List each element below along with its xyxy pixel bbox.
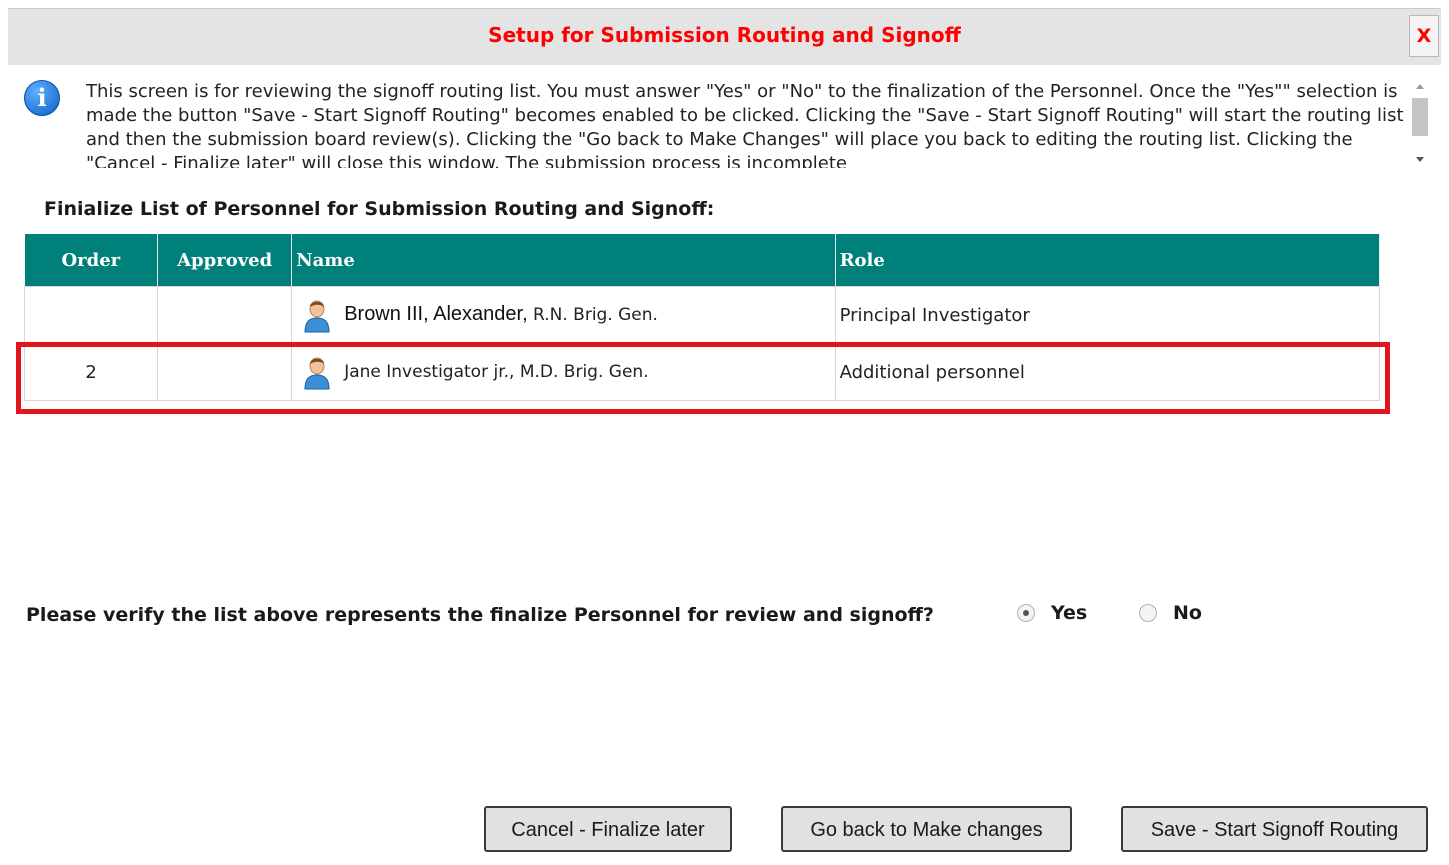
person-credentials: R.N. Brig. Gen. [527, 305, 658, 325]
info-text: This screen is for reviewing the signoff… [86, 81, 1404, 168]
order-cell: 2 [23, 343, 159, 401]
order-cell [23, 286, 159, 344]
table-header-row: Order Approved Name Role [24, 234, 1381, 287]
scroll-down-arrow-icon[interactable] [1416, 157, 1424, 162]
person-name: Brown III, Alexander, [344, 303, 528, 325]
close-button[interactable]: X [1409, 15, 1439, 57]
save-start-signoff-routing-button[interactable]: Save - Start Signoff Routing [1121, 806, 1428, 852]
table-row[interactable]: Brown III, Alexander, R.N. Brig. Gen. Pr… [23, 286, 1381, 344]
name-cell: Jane Investigator jr., M.D. Brig. Gen. [291, 343, 836, 401]
radio-no-label[interactable]: No [1173, 602, 1202, 624]
table-row[interactable]: 2 Jane Investigator jr., M.D. Brig. Gen.… [23, 343, 1381, 401]
scroll-thumb[interactable] [1412, 98, 1428, 136]
name-cell: Brown III, Alexander, R.N. Brig. Gen. [291, 286, 836, 344]
column-header-name: Name [291, 234, 836, 287]
radio-option-yes[interactable]: Yes [1017, 602, 1087, 624]
radio-yes-label[interactable]: Yes [1051, 602, 1087, 624]
user-avatar-icon [302, 297, 332, 333]
role-cell: Additional personnel [834, 343, 1381, 401]
dialog-title: Setup for Submission Routing and Signoff [488, 23, 961, 47]
radio-no[interactable] [1139, 604, 1157, 622]
verify-question: Please verify the list above represents … [26, 604, 934, 626]
column-header-approved: Approved [157, 234, 293, 287]
go-back-button[interactable]: Go back to Make changes [781, 806, 1072, 852]
approved-cell [157, 343, 293, 401]
column-header-role: Role [835, 234, 1381, 287]
personnel-table: Order Approved Name Role Brown III, Alex… [23, 234, 1381, 401]
column-header-order: Order [24, 234, 159, 287]
scroll-up-arrow-icon[interactable] [1416, 84, 1424, 89]
role-cell: Principal Investigator [834, 286, 1381, 344]
info-icon: i [24, 80, 60, 116]
cancel-finalize-later-button[interactable]: Cancel - Finalize later [484, 806, 732, 852]
radio-yes[interactable] [1017, 604, 1035, 622]
dialog-titlebar: Setup for Submission Routing and Signoff… [8, 8, 1441, 65]
user-avatar-icon [302, 354, 332, 390]
list-heading: Finialize List of Personnel for Submissi… [44, 198, 715, 220]
approved-cell [157, 286, 293, 344]
radio-option-no[interactable]: No [1139, 602, 1202, 624]
info-scrollbar[interactable] [1410, 80, 1432, 168]
person-credentials: Jane Investigator jr., M.D. Brig. Gen. [344, 362, 649, 382]
